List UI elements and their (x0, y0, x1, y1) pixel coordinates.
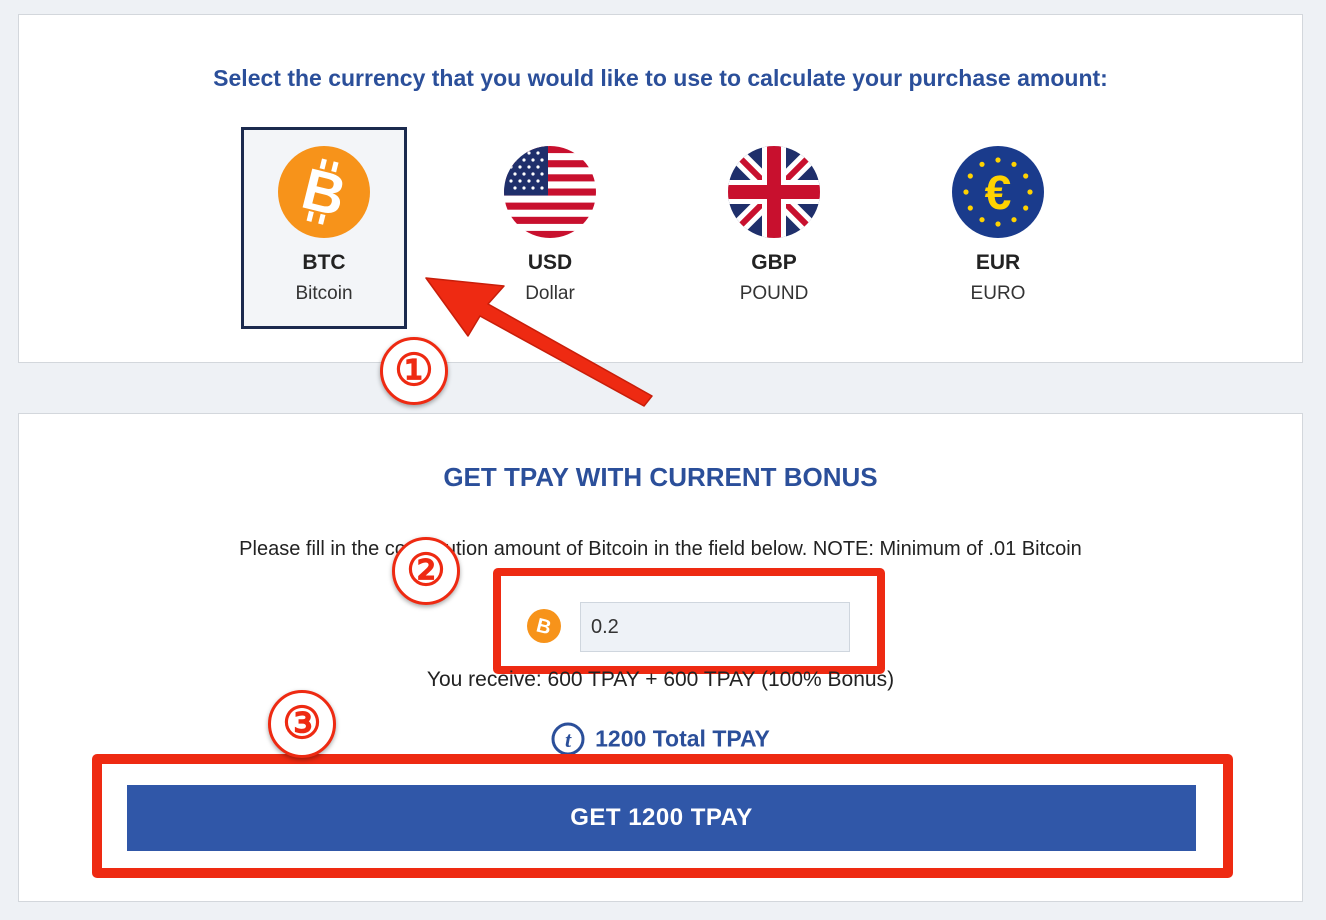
amount-field-group: B (489, 564, 885, 674)
bitcoin-icon: B (527, 609, 561, 643)
total-tpay: t 1200 Total TPAY (19, 722, 1302, 756)
bonus-panel: GET TPAY WITH CURRENT BONUS Please fill … (18, 413, 1303, 902)
svg-text:€: € (985, 167, 1012, 220)
total-tpay-text: 1200 Total TPAY (595, 725, 770, 752)
step-marker-1: ① (380, 337, 448, 405)
euro-icon: € (952, 146, 1044, 238)
us-flag-icon (504, 146, 596, 238)
amount-highlight-box: B (493, 568, 885, 674)
uk-flag-icon (728, 146, 820, 238)
currency-name: Bitcoin (295, 283, 353, 304)
currency-code: EUR (975, 251, 1021, 274)
currency-option-eur[interactable]: € EUR EURO (915, 127, 1081, 329)
btc-amount-input[interactable] (580, 602, 850, 652)
currency-heading: Select the currency that you would like … (213, 65, 1108, 91)
bonus-heading: GET TPAY WITH CURRENT BONUS (443, 462, 878, 492)
svg-text:t: t (565, 727, 572, 752)
tpay-logo-icon: t (551, 722, 585, 756)
bitcoin-coin-icon: B (278, 146, 370, 238)
currency-option-btc[interactable]: B BTC Bitcoin (241, 127, 407, 329)
step-marker-2: ② (392, 537, 460, 605)
currency-code: GBP (751, 251, 797, 274)
currency-code: BTC (302, 251, 346, 274)
get-tpay-button[interactable]: GET 1200 TPAY (127, 785, 1196, 851)
step-marker-3: ③ (268, 690, 336, 758)
receive-summary: You receive: 600 TPAY + 600 TPAY (100% B… (426, 668, 895, 691)
annotation-arrow-icon (425, 277, 653, 407)
currency-panel: Select the currency that you would like … (18, 14, 1303, 363)
contribution-instructions: Please fill in the contribution amount o… (239, 538, 1082, 560)
currency-name: POUND (739, 283, 809, 304)
currency-name: EURO (970, 283, 1026, 304)
currency-option-gbp[interactable]: GBP POUND (691, 127, 857, 329)
